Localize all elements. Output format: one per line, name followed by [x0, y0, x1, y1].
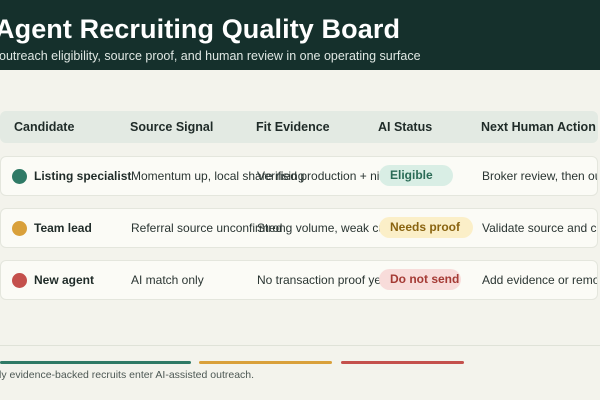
candidate-name: New agent — [34, 273, 95, 287]
table-row[interactable]: Listing specialist Momentum up, local sh… — [0, 156, 598, 196]
table-header: Candidate Source Signal Fit Evidence AI … — [0, 111, 598, 143]
legend-bar-do-not-send — [341, 361, 464, 364]
status-badge: Needs proof — [379, 217, 473, 238]
legend-bar-needs-proof — [199, 361, 332, 364]
column-header-source-signal: Source Signal — [130, 120, 214, 134]
quality-board-page: Agent Recruiting Quality Board outreach … — [0, 0, 600, 400]
column-header-ai-status: AI Status — [378, 120, 433, 134]
column-header-candidate: Candidate — [14, 120, 75, 134]
page-title: Agent Recruiting Quality Board — [0, 14, 401, 44]
legend-bar-eligible — [0, 361, 191, 364]
source-signal: AI match only — [131, 273, 204, 287]
column-header-fit-evidence: Fit Evidence — [256, 120, 330, 134]
next-human-action: Validate source and context — [482, 221, 597, 235]
fit-evidence: No transaction proof yet — [257, 273, 385, 287]
candidate-name: Listing specialist — [34, 169, 132, 183]
table-row[interactable]: New agent AI match only No transaction p… — [0, 260, 598, 300]
candidate-name: Team lead — [34, 221, 92, 235]
footer-divider — [0, 345, 600, 346]
page-header: Agent Recruiting Quality Board outreach … — [0, 0, 600, 70]
next-human-action: Add evidence or remove — [482, 273, 597, 287]
status-badge: Do not send — [379, 269, 461, 290]
footer-note: ly evidence-backed recruits enter AI-ass… — [0, 369, 255, 381]
table-row[interactable]: Team lead Referral source unconfirmed St… — [0, 208, 598, 248]
status-dot-icon — [12, 169, 27, 184]
fit-evidence: Verified production + niche — [257, 169, 399, 183]
column-header-next-human-action: Next Human Action — [481, 120, 596, 134]
status-dot-icon — [12, 221, 27, 236]
status-dot-icon — [12, 273, 27, 288]
next-human-action: Broker review, then outreach — [482, 169, 597, 183]
page-subtitle: outreach eligibility, source proof, and … — [0, 49, 421, 63]
status-badge: Eligible — [379, 165, 453, 186]
